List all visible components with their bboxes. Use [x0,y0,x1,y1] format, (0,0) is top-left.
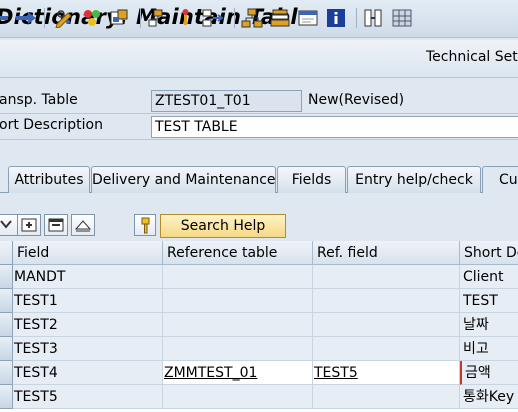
select-all-cell[interactable] [0,241,13,265]
columns-icon[interactable] [362,7,386,29]
row-selector[interactable] [0,337,13,361]
table-cell-short-description: Client [460,265,518,289]
column-header-field[interactable]: Field [13,241,163,265]
table-cell-short-description: 비고 [460,337,518,361]
move-up-icon[interactable] [71,214,95,236]
search-help-button[interactable]: Search Help [160,214,286,238]
short-description-field[interactable]: TEST TABLE [151,116,518,138]
table-cell-field[interactable]: TEST3 [13,337,163,361]
table-cell-field[interactable]: TEST5 [13,385,163,409]
navigation-icon[interactable] [200,7,226,29]
table-cell-reference-table[interactable] [163,337,313,361]
tab-fields[interactable]: Fields [277,166,346,193]
tab-attributes[interactable]: Attributes [8,166,90,193]
hierarchy-icon[interactable] [146,7,170,29]
insert-row-icon[interactable] [17,214,41,236]
delete-row-icon[interactable] [44,214,68,236]
table-cell-short-description: 금액 [460,361,518,385]
transp-table-label: ansp. Table [0,92,78,108]
table-cell-reference-table[interactable] [163,313,313,337]
table-cell-reference-table[interactable] [163,385,313,409]
tab-currency[interactable]: Cur [482,166,518,193]
grid-icon[interactable] [390,7,414,29]
display-icon[interactable] [296,7,320,29]
table-cell-ref-field[interactable]: TEST5 [313,361,460,385]
table-cell-field[interactable]: MANDT [13,265,163,289]
table-cell-ref-field[interactable] [313,313,460,337]
row-selector[interactable] [0,289,13,313]
fields-table: Field Reference table Ref. field Short D… [0,241,518,412]
column-header-ref-field[interactable]: Ref. field [313,241,460,265]
info-icon[interactable] [324,7,348,29]
key-icon[interactable] [134,214,156,236]
table-cell-short-description: 통화Key [460,385,518,409]
stack-icon[interactable] [268,7,292,29]
table-cell-reference-table[interactable] [163,289,313,313]
table-cell-reference-table[interactable] [163,265,313,289]
row-selector[interactable] [0,385,13,409]
table-cell-reference-table[interactable]: ZMMTEST_01 [163,361,313,385]
tree-icon[interactable] [240,7,264,29]
object-list-icon[interactable] [108,7,132,29]
table-cell-field[interactable]: TEST4 [13,361,163,385]
table-cell-short-description: TEST [460,289,518,313]
row-selector[interactable] [0,313,13,337]
forward-arrow-icon[interactable] [14,7,38,29]
tab-delivery-and-maintenance[interactable]: Delivery and Maintenance [91,166,276,193]
back-arrow-icon[interactable] [0,7,10,29]
activate-icon[interactable] [80,7,104,29]
table-cell-ref-field[interactable] [313,385,460,409]
tab-entry-help-check[interactable]: Entry help/check [347,166,481,193]
status-text: New(Revised) [308,92,405,108]
row-selector[interactable] [0,265,13,289]
table-cell-short-description: 날짜 [460,313,518,337]
table-cell-field[interactable]: TEST2 [13,313,163,337]
transp-table-field[interactable]: ZTEST01_T01 [151,90,302,112]
table-cell-ref-field[interactable] [313,265,460,289]
column-header-short-description[interactable]: Short De [460,241,518,265]
row-selector[interactable] [0,361,13,385]
technical-settings-button[interactable]: Technical Setti [426,49,518,65]
sort-icon[interactable] [0,214,18,236]
where-used-icon[interactable] [174,7,196,29]
table-cell-ref-field[interactable] [313,289,460,313]
table-cell-ref-field[interactable] [313,337,460,361]
table-cell-field[interactable]: TEST1 [13,289,163,313]
short-description-label: ort Description [0,117,103,133]
pencil-glasses-icon[interactable] [52,7,76,29]
column-header-reference-table[interactable]: Reference table [163,241,313,265]
